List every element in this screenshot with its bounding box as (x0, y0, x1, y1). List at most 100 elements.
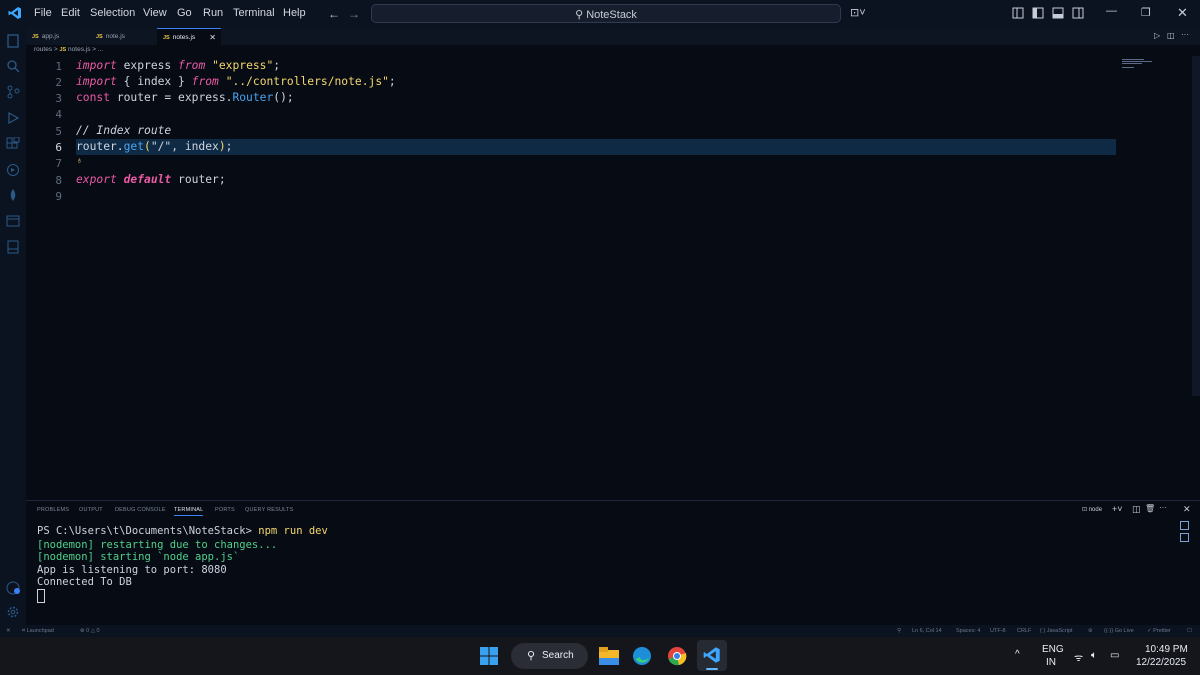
account-icon[interactable] (6, 581, 20, 595)
js-file-icon: JS (32, 34, 39, 40)
back-arrow-icon[interactable]: ← (328, 7, 340, 21)
terminal-line-command: PS C:\Users\t\Documents\NoteStack> npm r… (37, 525, 328, 537)
extensions-icon[interactable] (6, 137, 20, 151)
split-editor-icon[interactable]: ◫ (1167, 31, 1175, 40)
panel-tab-problems[interactable]: PROBLEMS (37, 507, 69, 513)
zoom-icon[interactable]: ⚲ (897, 628, 901, 634)
database-icon[interactable] (6, 214, 20, 228)
windows-taskbar: ⚲ Search ^ ENG IN ᯤ 🔈︎ ▭ 10:49 PM 12/22/… (0, 637, 1200, 675)
tab-note-js[interactable]: JS note.js (90, 28, 157, 45)
file-explorer-icon[interactable] (599, 647, 619, 665)
menu-terminal[interactable]: Terminal (233, 7, 275, 19)
close-tab-icon[interactable]: ✕ (209, 29, 216, 46)
taskbar-search[interactable]: ⚲ Search (511, 643, 588, 669)
copilot-status-icon[interactable]: ⊛ (1088, 628, 1093, 634)
code-line-6[interactable]: router.get("/", index); (76, 140, 232, 153)
editor-scrollbar[interactable] (1192, 56, 1200, 396)
language-indicator-bottom[interactable]: IN (1046, 657, 1056, 668)
language-indicator-top[interactable]: ENG (1042, 644, 1064, 655)
toggle-panel-icon[interactable] (1052, 7, 1064, 19)
mongodb-icon[interactable] (6, 188, 20, 202)
panel-tab-debug-console[interactable]: DEBUG CONSOLE (115, 507, 166, 513)
prettier-status[interactable]: ✓ Prettier (1147, 628, 1171, 634)
search-label: NoteStack (586, 9, 637, 21)
code-line-1[interactable]: import express from "express"; (76, 59, 280, 72)
encoding[interactable]: UTF-8 (990, 628, 1006, 634)
launchpad-item[interactable]: ⌗ Launchpad (22, 628, 54, 635)
breadcrumb-folder[interactable]: routes (34, 46, 52, 53)
settings-gear-icon[interactable] (6, 605, 20, 619)
new-terminal-icon[interactable]: +˅ (1112, 504, 1123, 514)
go-live-button[interactable]: ((·)) Go Live (1104, 628, 1134, 634)
toggle-sidebar-icon[interactable] (1032, 7, 1044, 19)
clock-date[interactable]: 12/22/2025 (1136, 657, 1186, 668)
edge-browser-icon[interactable] (632, 646, 652, 666)
menu-view[interactable]: View (143, 7, 167, 19)
minimap[interactable] (1116, 56, 1190, 499)
remote-indicator-icon[interactable]: ✕ (6, 628, 11, 634)
code-line-3[interactable]: const router = express.Router(); (76, 91, 294, 104)
volume-icon[interactable]: 🔈︎ (1091, 650, 1097, 661)
more-actions-icon[interactable]: ··· (1181, 30, 1189, 39)
tab-notes-js[interactable]: JS notes.js ✕ (157, 28, 221, 45)
menu-edit[interactable]: Edit (61, 7, 80, 19)
close-window-icon[interactable]: ✕ (1177, 5, 1188, 21)
code-token: from (191, 75, 219, 88)
code-editor[interactable] (26, 56, 1116, 499)
clock-time[interactable]: 10:49 PM (1145, 644, 1188, 655)
toggle-secondary-sidebar-icon[interactable] (1072, 7, 1084, 19)
menu-selection[interactable]: Selection (90, 7, 135, 19)
breadcrumb-tail[interactable]: > ... (92, 46, 103, 53)
windows-start-icon[interactable] (480, 647, 498, 665)
vscode-taskbar-button[interactable] (697, 640, 727, 671)
command-center-search[interactable]: ⚲ NoteStack (371, 4, 841, 23)
tab-app-js[interactable]: JS app.js (26, 28, 90, 45)
terminal-instance-icon[interactable] (1180, 533, 1189, 542)
problems-indicator[interactable]: ⊗ 0 △ 0 (80, 628, 100, 634)
minimize-icon[interactable]: — (1106, 5, 1117, 17)
copilot-icon[interactable]: ⊡˅ (850, 6, 866, 19)
terminal-instance-icon[interactable] (1180, 521, 1189, 530)
search-view-icon[interactable] (6, 59, 20, 73)
breadcrumb-file[interactable]: notes.js (68, 46, 90, 53)
lightbulb-icon[interactable]: ♁ (76, 155, 83, 165)
menu-help[interactable]: Help (283, 7, 306, 19)
panel-tab-terminal[interactable]: TERMINAL (174, 507, 204, 516)
code-line-2[interactable]: import { index } from "../controllers/no… (76, 75, 396, 88)
panel-tab-query-results[interactable]: QUERY RESULTS (245, 507, 293, 513)
restore-icon[interactable]: ❐ (1141, 6, 1151, 19)
battery-icon[interactable]: ▭ (1110, 650, 1119, 661)
panel-tab-ports[interactable]: PORTS (215, 507, 235, 513)
code-token: default (123, 173, 172, 186)
menu-file[interactable]: File (34, 7, 52, 19)
language-label: JavaScript (1046, 628, 1073, 634)
code-line-5[interactable]: // Index route (76, 124, 171, 137)
notebook-icon[interactable] (6, 240, 20, 254)
split-terminal-icon[interactable]: ◫ (1132, 504, 1141, 515)
indentation[interactable]: Spaces: 4 (956, 628, 980, 634)
run-file-icon[interactable]: ▷ (1154, 31, 1160, 40)
forward-arrow-icon[interactable]: → (348, 7, 360, 21)
panel-tab-output[interactable]: OUTPUT (79, 507, 103, 513)
menu-go[interactable]: Go (177, 7, 192, 19)
menu-run[interactable]: Run (203, 7, 223, 19)
explorer-icon[interactable] (6, 34, 20, 48)
close-panel-icon[interactable]: ✕ (1183, 504, 1191, 515)
chrome-browser-icon[interactable] (667, 646, 687, 666)
trash-icon[interactable]: 🗑 (1145, 504, 1155, 513)
notifications-bell-icon[interactable]: ☐ (1187, 628, 1192, 634)
terminal-cursor[interactable] (37, 589, 45, 603)
source-control-icon[interactable] (6, 85, 20, 99)
terminal-shell-selector[interactable]: ⊡ node (1082, 506, 1102, 513)
remote-explorer-icon[interactable] (6, 163, 20, 177)
wifi-icon[interactable]: ᯤ (1074, 650, 1083, 664)
more-actions-icon[interactable]: ··· (1159, 503, 1167, 512)
code-line-8[interactable]: export default router; (76, 173, 226, 186)
code-token: ; (273, 59, 281, 72)
run-debug-icon[interactable] (6, 111, 20, 125)
customize-layout-icon[interactable] (1012, 7, 1024, 19)
line-ending[interactable]: CRLF (1017, 628, 1031, 634)
show-hidden-icons-chevron-icon[interactable]: ^ (1015, 649, 1020, 660)
language-mode[interactable]: { } JavaScript (1040, 628, 1072, 634)
cursor-position[interactable]: Ln 6, Col 14 (912, 628, 942, 634)
